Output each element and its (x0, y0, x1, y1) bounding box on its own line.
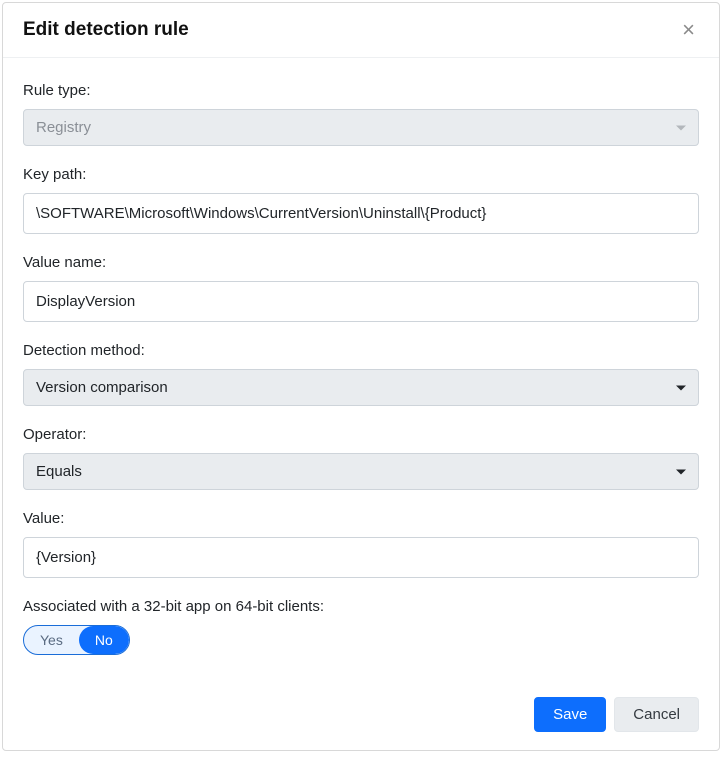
value-label: Value: (23, 510, 699, 527)
operator-select[interactable]: Equals (23, 453, 699, 490)
dialog-footer: Save Cancel (3, 687, 719, 750)
detection-method-value: Version comparison (36, 379, 168, 396)
rule-type-select: Registry (23, 109, 699, 146)
detection-method-select[interactable]: Version comparison (23, 369, 699, 406)
key-path-label: Key path: (23, 166, 699, 183)
operator-value: Equals (36, 463, 82, 480)
value-name-input[interactable] (23, 281, 699, 322)
assoc-32bit-group: Associated with a 32-bit app on 64-bit c… (23, 598, 699, 655)
value-input[interactable] (23, 537, 699, 578)
toggle-yes-option[interactable]: Yes (24, 626, 79, 654)
chevron-down-icon (676, 385, 686, 390)
key-path-group: Key path: (23, 166, 699, 234)
dialog-title: Edit detection rule (23, 19, 189, 41)
rule-type-group: Rule type: Registry (23, 82, 699, 146)
close-button[interactable]: × (678, 19, 699, 41)
detection-method-label: Detection method: (23, 342, 699, 359)
rule-type-value: Registry (36, 119, 91, 136)
operator-label: Operator: (23, 426, 699, 443)
operator-group: Operator: Equals (23, 426, 699, 490)
rule-type-label: Rule type: (23, 82, 699, 99)
value-group: Value: (23, 510, 699, 578)
chevron-down-icon (676, 125, 686, 130)
value-name-group: Value name: (23, 254, 699, 322)
toggle-no-option[interactable]: No (79, 626, 129, 654)
detection-method-group: Detection method: Version comparison (23, 342, 699, 406)
value-name-label: Value name: (23, 254, 699, 271)
dialog-header: Edit detection rule × (3, 3, 719, 58)
assoc-32bit-label: Associated with a 32-bit app on 64-bit c… (23, 598, 699, 615)
chevron-down-icon (676, 469, 686, 474)
edit-detection-rule-dialog: Edit detection rule × Rule type: Registr… (2, 2, 720, 751)
save-button[interactable]: Save (534, 697, 606, 732)
dialog-body: Rule type: Registry Key path: Value name… (3, 58, 719, 687)
key-path-input[interactable] (23, 193, 699, 234)
cancel-button[interactable]: Cancel (614, 697, 699, 732)
assoc-32bit-toggle[interactable]: Yes No (23, 625, 130, 655)
